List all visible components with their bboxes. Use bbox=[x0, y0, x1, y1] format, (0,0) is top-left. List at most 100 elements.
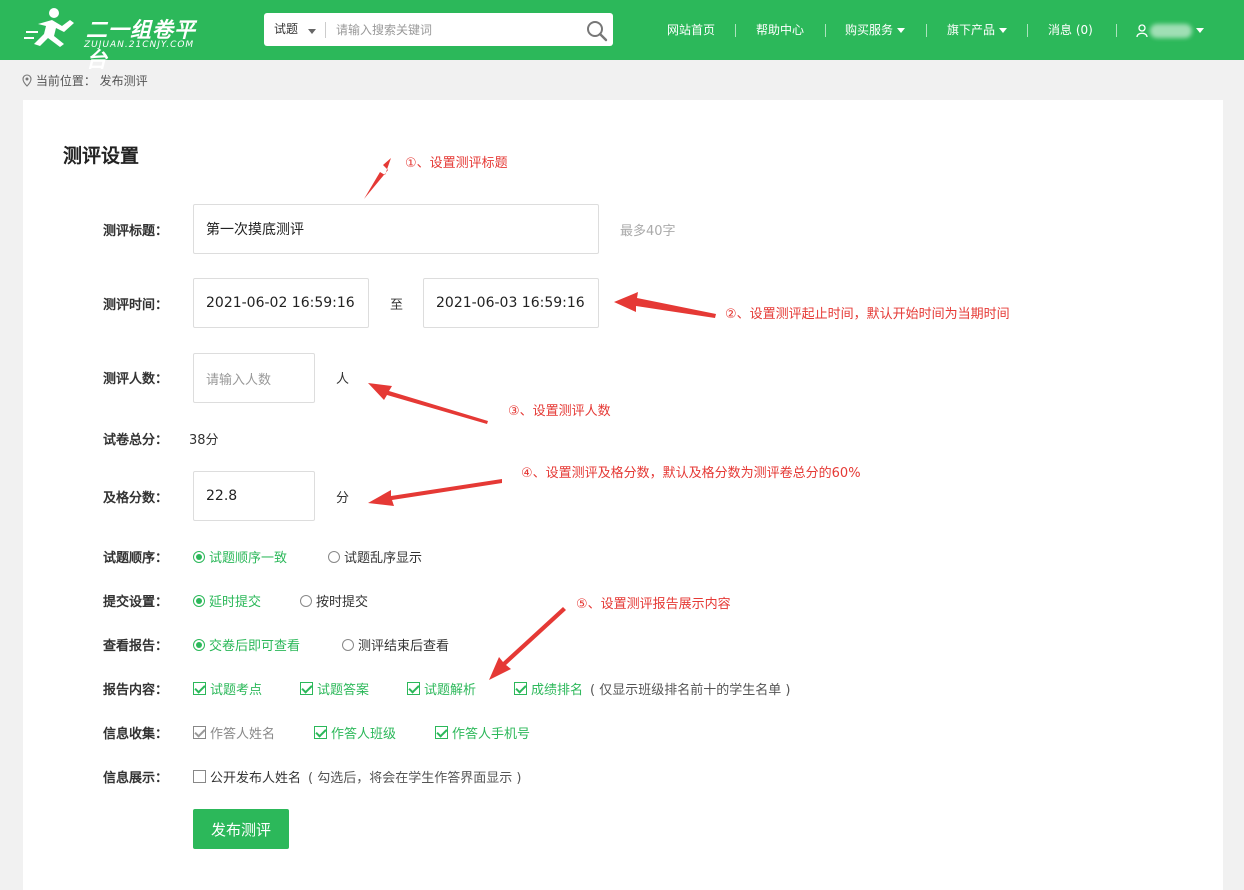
submit-setting-label: 提交设置： bbox=[103, 595, 169, 610]
collect-option-class[interactable]: 作答人班级 bbox=[314, 723, 396, 742]
nav-divider bbox=[926, 24, 927, 37]
nav-products[interactable]: 旗下产品 bbox=[947, 0, 1008, 60]
radio-checked-icon bbox=[193, 594, 205, 607]
runner-logo-icon bbox=[24, 8, 74, 47]
time-label: 测评时间： bbox=[103, 298, 169, 313]
nav-buy[interactable]: 购买服务 bbox=[845, 0, 906, 60]
breadcrumb-text: 当前位置： 发布测评 bbox=[35, 74, 148, 88]
report-option-after-submit[interactable]: 交卷后即可查看 bbox=[193, 635, 300, 654]
count-input[interactable]: 请输入人数 bbox=[193, 353, 315, 403]
order-option-label: 试题顺序一致 bbox=[209, 551, 288, 566]
collect-option-label: 作答人班级 bbox=[331, 727, 397, 742]
title-hint: 最多40字 bbox=[620, 224, 676, 239]
collect-label: 信息收集： bbox=[103, 727, 169, 742]
annotation-1: ①、设置测评标题 bbox=[405, 156, 508, 171]
content-option-ranking[interactable]: 成绩排名 bbox=[514, 679, 583, 698]
checkbox-checked-icon bbox=[435, 726, 448, 739]
nav-messages[interactable]: 消息 (0) bbox=[1048, 0, 1093, 60]
radio-unchecked-icon bbox=[342, 638, 354, 651]
submit-option-label: 按时提交 bbox=[316, 595, 369, 610]
time-separator: 至 bbox=[390, 298, 404, 313]
nav-products-label: 旗下产品 bbox=[947, 23, 996, 37]
checkbox-checked-icon bbox=[193, 682, 206, 695]
ranking-note: ( 仅显示班级排名前十的学生名单 ) bbox=[590, 683, 791, 698]
collect-option-label: 作答人手机号 bbox=[452, 727, 531, 742]
content-option-points[interactable]: 试题考点 bbox=[193, 679, 262, 698]
user-name-redacted bbox=[1150, 24, 1192, 38]
report-content-label: 报告内容： bbox=[103, 683, 169, 698]
search-input[interactable] bbox=[336, 19, 566, 40]
chevron-down-icon bbox=[897, 28, 906, 33]
collect-option-label: 作答人姓名 bbox=[210, 727, 276, 742]
content-option-answers[interactable]: 试题答案 bbox=[300, 679, 369, 698]
display-note: ( 勾选后，将会在学生作答界面显示 ) bbox=[308, 771, 522, 786]
content-option-label: 成绩排名 bbox=[531, 683, 584, 698]
nav-divider bbox=[1116, 24, 1117, 37]
annotation-3: ③、设置测评人数 bbox=[508, 404, 611, 419]
total-label: 试卷总分： bbox=[103, 433, 169, 448]
content-option-label: 试题解析 bbox=[424, 683, 477, 698]
end-time-value: 2021-06-03 16:59:16 bbox=[436, 295, 585, 311]
submit-option-label: 延时提交 bbox=[209, 595, 262, 610]
title-input-value: 第一次摸底测评 bbox=[206, 222, 304, 238]
submit-option-ontime[interactable]: 按时提交 bbox=[300, 591, 368, 610]
count-placeholder: 请输入人数 bbox=[206, 372, 272, 388]
user-menu[interactable] bbox=[1136, 0, 1148, 60]
order-option-random[interactable]: 试题乱序显示 bbox=[328, 547, 422, 566]
collect-option-phone[interactable]: 作答人手机号 bbox=[435, 723, 530, 742]
chevron-down-icon bbox=[999, 28, 1008, 33]
nav-home[interactable]: 网站首页 bbox=[667, 0, 715, 60]
checkbox-unchecked-icon bbox=[193, 770, 206, 783]
collect-option-name: 作答人姓名 bbox=[193, 723, 275, 742]
radio-checked-icon bbox=[193, 638, 205, 651]
display-label: 信息展示： bbox=[103, 771, 169, 786]
order-option-same[interactable]: 试题顺序一致 bbox=[193, 547, 287, 566]
display-option-label: 公开发布人姓名 bbox=[210, 771, 302, 786]
search-divider bbox=[325, 22, 326, 38]
title-input[interactable]: 第一次摸底测评 bbox=[193, 204, 599, 254]
pass-value: 22.8 bbox=[206, 488, 238, 504]
content-option-analysis[interactable]: 试题解析 bbox=[407, 679, 476, 698]
annotation-4: ④、设置测评及格分数，默认及格分数为测评卷总分的60% bbox=[521, 466, 861, 481]
checkbox-checked-icon bbox=[514, 682, 527, 695]
display-option-publisher[interactable]: 公开发布人姓名 bbox=[193, 767, 301, 786]
checkbox-disabled-icon bbox=[193, 726, 206, 739]
content-option-label: 试题考点 bbox=[210, 683, 263, 698]
end-time-input[interactable]: 2021-06-03 16:59:16 bbox=[423, 278, 599, 328]
order-label: 试题顺序： bbox=[103, 551, 169, 566]
report-view-label: 查看报告： bbox=[103, 639, 169, 654]
nav-help[interactable]: 帮助中心 bbox=[756, 0, 804, 60]
logo-subtitle: ZUJUAN.21CNJY.COM bbox=[84, 40, 195, 50]
pass-label: 及格分数： bbox=[103, 491, 169, 506]
report-option-after-end[interactable]: 测评结束后查看 bbox=[342, 635, 449, 654]
page-title: 测评设置 bbox=[63, 145, 140, 167]
nav-divider bbox=[1027, 24, 1028, 37]
total-value: 38分 bbox=[189, 433, 219, 448]
count-label: 测评人数： bbox=[103, 372, 169, 387]
start-time-value: 2021-06-02 16:59:16 bbox=[206, 295, 355, 311]
radio-unchecked-icon bbox=[328, 550, 340, 563]
search-type-select[interactable]: 试题 bbox=[274, 13, 298, 46]
publish-button[interactable]: 发布测评 bbox=[193, 809, 289, 849]
pass-input[interactable]: 22.8 bbox=[193, 471, 315, 521]
submit-option-delay[interactable]: 延时提交 bbox=[193, 591, 261, 610]
pass-unit: 分 bbox=[336, 491, 350, 506]
content-option-label: 试题答案 bbox=[317, 683, 370, 698]
user-icon bbox=[1136, 23, 1148, 37]
search-icon[interactable] bbox=[586, 20, 608, 42]
start-time-input[interactable]: 2021-06-02 16:59:16 bbox=[193, 278, 369, 328]
breadcrumb: 当前位置： 发布测评 bbox=[22, 72, 148, 89]
logo[interactable]: 二一组卷平台 ZUJUAN.21CNJY.COM bbox=[24, 6, 204, 72]
top-bar: 二一组卷平台 ZUJUAN.21CNJY.COM 试题 网站首页 帮助中心 购买… bbox=[0, 0, 1244, 72]
annotation-5: ⑤、设置测评报告展示内容 bbox=[576, 597, 731, 612]
nav-divider bbox=[825, 24, 826, 37]
chevron-down-icon[interactable] bbox=[1196, 28, 1204, 33]
chevron-down-icon[interactable] bbox=[308, 29, 316, 34]
nav-buy-label: 购买服务 bbox=[845, 23, 894, 37]
checkbox-checked-icon bbox=[300, 682, 313, 695]
location-pin-icon bbox=[22, 74, 32, 87]
title-label: 测评标题： bbox=[103, 224, 169, 239]
checkbox-checked-icon bbox=[407, 682, 420, 695]
annotation-2: ②、设置测评起止时间，默认开始时间为当期时间 bbox=[725, 307, 1010, 322]
report-option-label: 测评结束后查看 bbox=[358, 639, 450, 654]
